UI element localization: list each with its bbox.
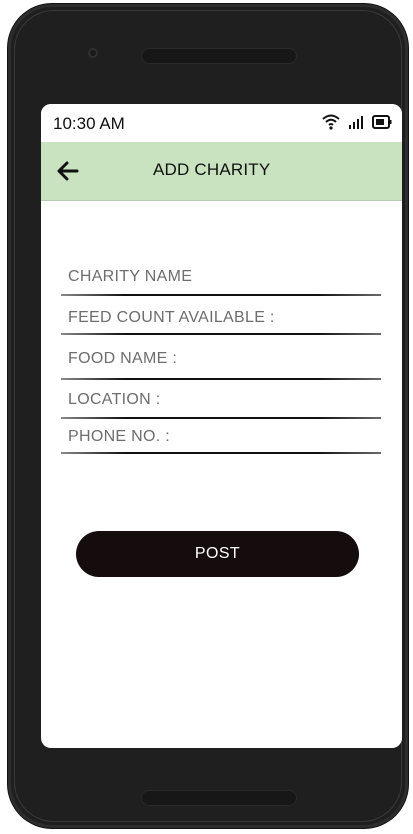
food-name-label: FOOD NAME : [68, 350, 178, 367]
wifi-icon [322, 114, 340, 135]
app-bar: ADD CHARITY [41, 142, 402, 201]
phone-frame: 10:30 AM ADD CHARITY CHARITY NAME FEED C… [8, 4, 408, 828]
status-time: 10:30 AM [53, 114, 125, 133]
signal-icon [348, 114, 364, 135]
location-underline [61, 417, 381, 419]
post-button[interactable]: POST [76, 531, 359, 577]
page-title: ADD CHARITY [153, 160, 271, 179]
front-camera [88, 48, 98, 58]
status-bar: 10:30 AM [41, 104, 402, 142]
phone-screen: 10:30 AM ADD CHARITY CHARITY NAME FEED C… [41, 104, 402, 748]
charity-name-label: CHARITY NAME [68, 268, 193, 285]
feed-count-underline [61, 333, 381, 335]
home-bar [141, 790, 297, 806]
charity-name-underline [61, 294, 381, 296]
battery-icon [372, 114, 392, 135]
phone-underline [61, 452, 381, 454]
status-icons [322, 114, 392, 135]
feed-count-label: FEED COUNT AVAILABLE : [68, 309, 275, 326]
location-label: LOCATION : [68, 391, 161, 408]
phone-label: PHONE NO. : [68, 428, 170, 445]
food-name-underline [61, 378, 381, 380]
earpiece-speaker [141, 48, 297, 64]
arrow-left-icon[interactable] [55, 158, 81, 184]
